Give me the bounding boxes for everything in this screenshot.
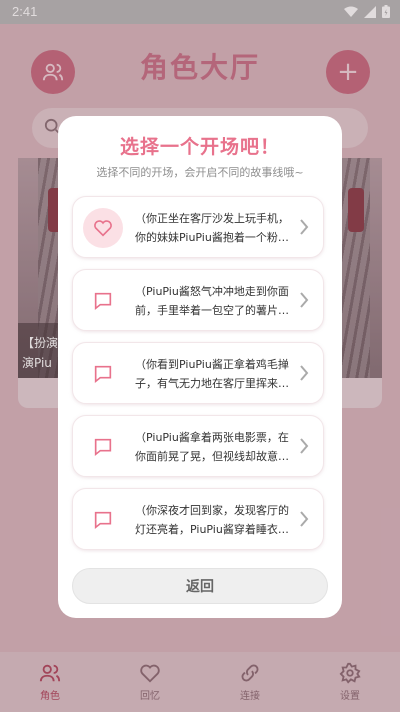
opening-option[interactable]: （你正坐在客厅沙发上玩手机，你的妹妹PiuPiu酱抱着一个粉… — [72, 196, 324, 258]
chevron-right-icon — [300, 219, 309, 235]
opening-text: （PiuPiu酱怒气冲冲地走到你面前，手里举着一包空了的薯片… — [135, 285, 289, 317]
chevron-right-icon — [300, 511, 309, 527]
dialog-subtitle: 选择不同的开场，会开启不同的故事线哦~ — [96, 166, 304, 179]
heart-icon — [83, 208, 123, 248]
opening-select-dialog: 选择一个开场吧！ 选择不同的开场，会开启不同的故事线哦~ （你正坐在客厅沙发上玩… — [58, 116, 342, 618]
opening-text: （PiuPiu酱拿着两张电影票，在你面前晃了晃，但视线却故意… — [135, 431, 289, 463]
chat-icon — [83, 500, 123, 540]
opening-option[interactable]: （PiuPiu酱怒气冲冲地走到你面前，手里举着一包空了的薯片… — [72, 269, 324, 331]
opening-option[interactable]: （PiuPiu酱拿着两张电影票，在你面前晃了晃，但视线却故意… — [72, 415, 324, 477]
chat-icon — [83, 354, 123, 394]
chat-icon — [83, 281, 123, 321]
chevron-right-icon — [300, 365, 309, 381]
opening-text: （你看到PiuPiu酱正拿着鸡毛掸子，有气无力地在客厅里挥来… — [135, 358, 289, 390]
chevron-right-icon — [300, 292, 309, 308]
opening-option[interactable]: （你看到PiuPiu酱正拿着鸡毛掸子，有气无力地在客厅里挥来… — [72, 342, 324, 404]
dialog-title: 选择一个开场吧！ — [119, 136, 280, 158]
opening-text: （你正坐在客厅沙发上玩手机，你的妹妹PiuPiu酱抱着一个粉… — [135, 212, 289, 244]
back-button[interactable]: 返回 — [72, 568, 328, 604]
opening-text: （你深夜才回到家，发现客厅的灯还亮着，PiuPiu酱穿着睡衣… — [135, 504, 289, 536]
chevron-right-icon — [300, 438, 309, 454]
opening-option[interactable]: （你深夜才回到家，发现客厅的灯还亮着，PiuPiu酱穿着睡衣… — [72, 488, 324, 550]
chat-icon — [83, 427, 123, 467]
